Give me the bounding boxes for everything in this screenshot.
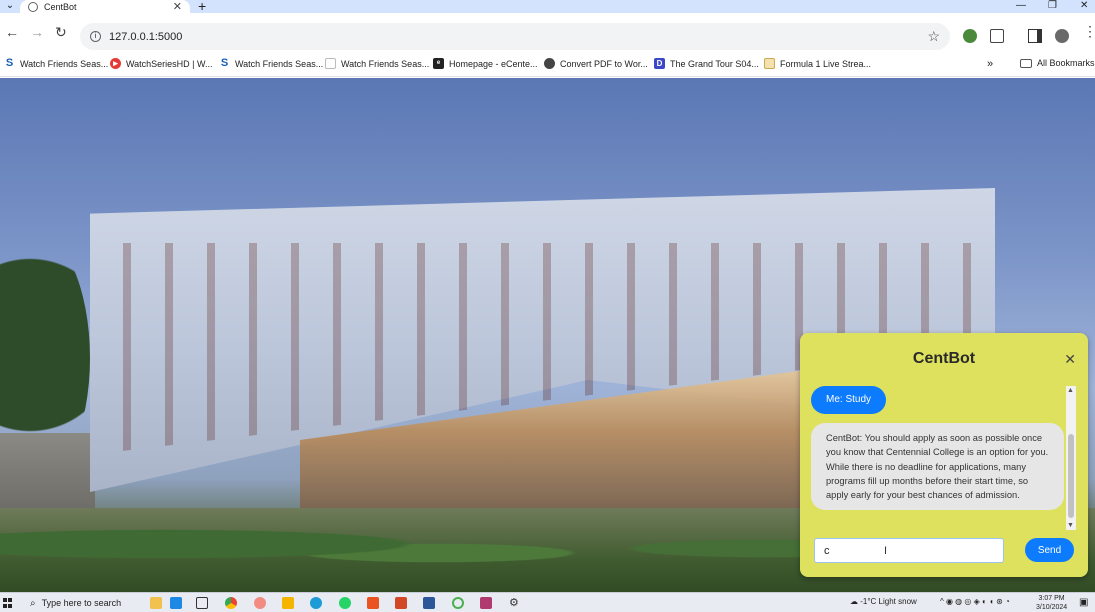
- side-panel-icon[interactable]: [1028, 29, 1042, 43]
- bookmarks-bar: S Watch Friends Seas... ▸ WatchSeriesHD …: [0, 53, 1095, 77]
- search-icon: ⌕: [30, 597, 36, 609]
- chat-messages[interactable]: Me: Study CentBot: You should apply as s…: [810, 386, 1076, 530]
- settings-gear-icon[interactable]: ⚙: [509, 597, 521, 609]
- url-text: 127.0.0.1:5000: [109, 30, 183, 43]
- bookmark-item[interactable]: ▸ WatchSeriesHD | W...: [110, 58, 213, 69]
- windows-taskbar: ⌕ Type here to search ⚙ ☁ -1°C Light sno…: [0, 592, 1095, 612]
- app-ring-icon[interactable]: [452, 597, 464, 609]
- extensions-puzzle-icon[interactable]: [990, 29, 1004, 43]
- minimize-icon[interactable]: —: [1016, 0, 1026, 12]
- bookmark-item[interactable]: Formula 1 Live Strea...: [764, 58, 871, 69]
- d-logo-icon: D: [654, 58, 665, 69]
- window-close-icon[interactable]: ✕: [1080, 0, 1088, 12]
- chatbot-title: CentBot: [912, 350, 976, 367]
- ecentennial-icon: e: [433, 58, 444, 69]
- chat-close-icon[interactable]: ✕: [1064, 351, 1076, 368]
- tab-title: CentBot: [44, 1, 77, 12]
- extension-icon[interactable]: [963, 29, 977, 43]
- cloud-snow-icon: ☁: [850, 597, 858, 606]
- s-logo-icon: S: [4, 57, 15, 69]
- text-cursor-icon: I: [884, 545, 888, 557]
- word-icon[interactable]: [423, 597, 435, 609]
- powerpoint-icon[interactable]: [395, 597, 407, 609]
- send-button[interactable]: Send: [1025, 538, 1074, 562]
- more-bookmarks-chevron-icon[interactable]: »: [987, 58, 993, 70]
- app-icon[interactable]: [480, 597, 492, 609]
- new-tab-button[interactable]: +: [198, 0, 206, 14]
- app-icon[interactable]: [170, 597, 182, 609]
- windows-start-icon[interactable]: [3, 598, 13, 608]
- tab-close-icon[interactable]: ✕: [173, 0, 182, 13]
- weather-widget-icon[interactable]: [150, 597, 162, 609]
- whatsapp-icon[interactable]: [339, 597, 351, 609]
- restore-icon[interactable]: ❐: [1048, 0, 1057, 12]
- scroll-down-icon[interactable]: ▼: [1067, 522, 1074, 529]
- page-icon: [764, 58, 775, 69]
- bookmark-item[interactable]: D The Grand Tour S04...: [654, 58, 759, 69]
- task-view-icon[interactable]: [196, 597, 208, 609]
- scrollbar-thumb[interactable]: [1068, 434, 1074, 518]
- scroll-up-icon[interactable]: ▲: [1067, 387, 1074, 394]
- tab-search-chevron-icon[interactable]: ⌄: [0, 0, 20, 13]
- kebab-menu-icon[interactable]: ⋮: [1083, 24, 1095, 38]
- chatbot-panel: CentBot ✕ Me: Study CentBot: You should …: [800, 333, 1088, 577]
- edge-icon[interactable]: [310, 597, 322, 609]
- bot-message: CentBot: You should apply as soon as pos…: [811, 423, 1064, 511]
- blank-page-icon: [325, 58, 336, 69]
- back-arrow-icon[interactable]: ←: [5, 25, 19, 39]
- s-logo-icon: S: [219, 57, 230, 69]
- site-info-icon[interactable]: i: [90, 31, 101, 42]
- forward-arrow-icon[interactable]: →: [30, 25, 44, 39]
- all-bookmarks-button[interactable]: All Bookmarks: [1020, 58, 1095, 68]
- address-bar[interactable]: i 127.0.0.1:5000 ☆: [80, 23, 950, 50]
- taskbar-clock[interactable]: 3:07 PM 3/10/2024: [1036, 594, 1067, 612]
- app-icon[interactable]: [254, 597, 266, 609]
- globe-icon: [28, 1, 38, 12]
- file-explorer-icon[interactable]: [282, 597, 294, 609]
- chat-input[interactable]: [814, 538, 1004, 563]
- reload-icon[interactable]: ↻: [55, 25, 67, 39]
- tab-centbot[interactable]: CentBot ✕: [20, 0, 190, 13]
- weather-status[interactable]: ☁ -1°C Light snow: [850, 597, 917, 606]
- ubuntu-icon[interactable]: [367, 597, 379, 609]
- chrome-icon[interactable]: [225, 597, 237, 609]
- notification-icon[interactable]: ▣: [1079, 597, 1088, 608]
- bookmark-item[interactable]: Watch Friends Seas...: [325, 58, 429, 69]
- folder-icon: [1020, 58, 1032, 68]
- bookmark-item[interactable]: S Watch Friends Seas...: [219, 58, 323, 69]
- bookmark-item[interactable]: Convert PDF to Wor...: [544, 58, 648, 69]
- user-message: Me: Study: [811, 386, 887, 414]
- taskbar-search[interactable]: ⌕ Type here to search: [22, 594, 152, 612]
- browser-toolbar: ← → ↻ i 127.0.0.1:5000 ☆ ⋮: [0, 13, 1095, 53]
- play-icon: ▸: [110, 58, 121, 69]
- bookmark-star-icon[interactable]: ☆: [927, 28, 940, 45]
- bookmark-item[interactable]: S Watch Friends Seas...: [4, 58, 108, 69]
- profile-avatar[interactable]: [1055, 29, 1069, 43]
- bookmark-item[interactable]: e Homepage - eCente...: [433, 58, 538, 69]
- system-tray-icons[interactable]: ^ ◉ ◍ ◎ ◈ ◐ ◖ ⊛ ◔: [940, 597, 1010, 606]
- globe-icon: [544, 58, 555, 69]
- tab-strip: ⌄ CentBot ✕ + — ❐ ✕: [0, 0, 1095, 14]
- chat-scrollbar[interactable]: ▲ ▼: [1066, 386, 1076, 530]
